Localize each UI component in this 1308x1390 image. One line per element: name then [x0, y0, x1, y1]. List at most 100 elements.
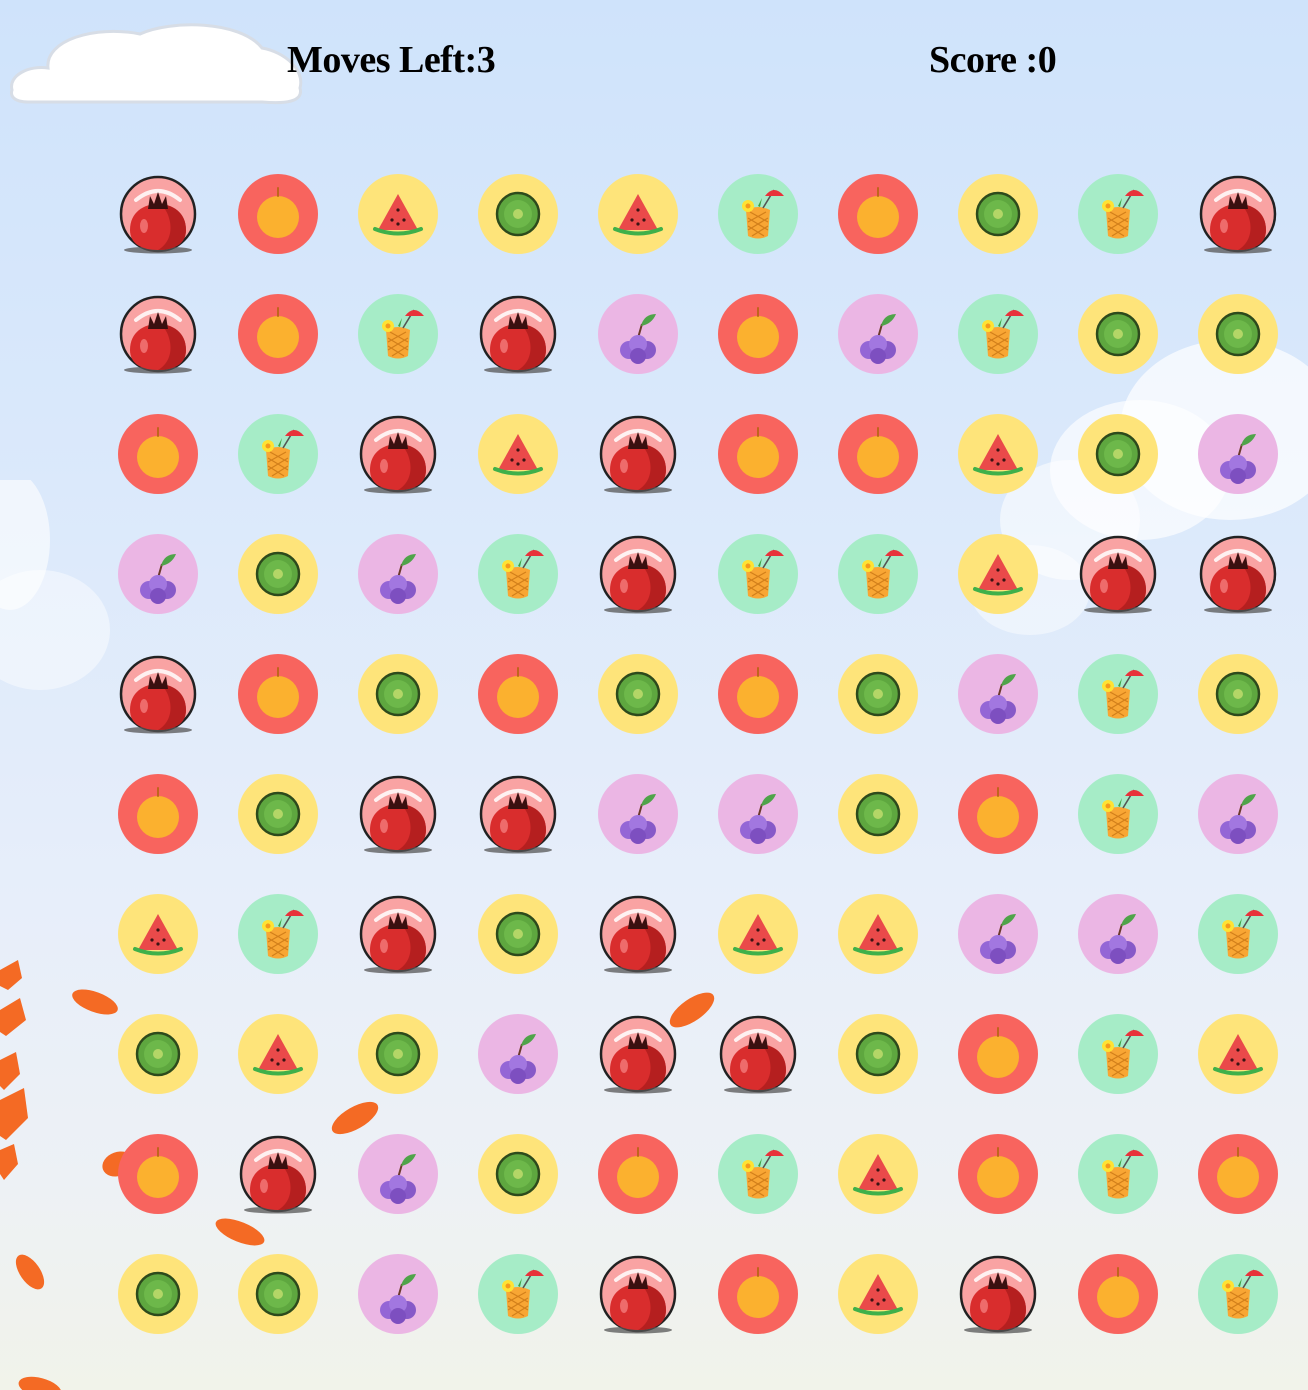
fruit-tile-watermelon[interactable] [698, 874, 818, 994]
fruit-tile-kiwi[interactable] [458, 1114, 578, 1234]
fruit-tile-orange[interactable] [818, 394, 938, 514]
fruit-tile-watermelon[interactable] [938, 394, 1058, 514]
fruit-tile-orange[interactable] [698, 1234, 818, 1354]
fruit-tile-watermelon[interactable] [1178, 994, 1298, 1114]
fruit-tile-orange[interactable] [818, 154, 938, 274]
fruit-tile-orange[interactable] [1178, 1114, 1298, 1234]
fruit-tile-kiwi[interactable] [578, 634, 698, 754]
fruit-tile-pomegranate[interactable] [1178, 514, 1298, 634]
fruit-tile-watermelon[interactable] [458, 394, 578, 514]
fruit-tile-pomegranate[interactable] [338, 394, 458, 514]
fruit-tile-pomegranate[interactable] [1178, 154, 1298, 274]
fruit-tile-grape[interactable] [98, 514, 218, 634]
fruit-tile-kiwi[interactable] [98, 1234, 218, 1354]
fruit-tile-pineapple[interactable] [218, 874, 338, 994]
fruit-tile-watermelon[interactable] [818, 1114, 938, 1234]
fruit-tile-kiwi[interactable] [218, 1234, 338, 1354]
fruit-tile-pomegranate[interactable] [578, 394, 698, 514]
fruit-tile-orange[interactable] [698, 394, 818, 514]
fruit-tile-pomegranate[interactable] [578, 994, 698, 1114]
fruit-tile-pineapple[interactable] [1058, 754, 1178, 874]
fruit-tile-grape[interactable] [338, 514, 458, 634]
fruit-tile-pineapple[interactable] [698, 514, 818, 634]
fruit-tile-pomegranate[interactable] [458, 754, 578, 874]
fruit-tile-grape[interactable] [938, 874, 1058, 994]
fruit-tile-pomegranate[interactable] [1058, 514, 1178, 634]
fruit-tile-kiwi[interactable] [458, 154, 578, 274]
fruit-tile-kiwi[interactable] [818, 994, 938, 1114]
fruit-tile-kiwi[interactable] [218, 754, 338, 874]
fruit-tile-pomegranate[interactable] [698, 994, 818, 1114]
fruit-tile-pineapple[interactable] [698, 1114, 818, 1234]
fruit-tile-watermelon[interactable] [578, 154, 698, 274]
fruit-tile-orange[interactable] [218, 634, 338, 754]
fruit-tile-grape[interactable] [1178, 754, 1298, 874]
fruit-tile-pineapple[interactable] [1058, 1114, 1178, 1234]
fruit-tile-pineapple[interactable] [338, 274, 458, 394]
fruit-tile-grape[interactable] [338, 1234, 458, 1354]
fruit-tile-grape[interactable] [938, 634, 1058, 754]
fruit-tile-kiwi[interactable] [1058, 394, 1178, 514]
fruit-tile-pineapple[interactable] [218, 394, 338, 514]
fruit-tile-orange[interactable] [98, 394, 218, 514]
fruit-tile-pomegranate[interactable] [338, 754, 458, 874]
fruit-tile-pomegranate[interactable] [338, 874, 458, 994]
fruit-tile-kiwi[interactable] [818, 754, 938, 874]
fruit-tile-pineapple[interactable] [818, 514, 938, 634]
fruit-tile-pomegranate[interactable] [98, 154, 218, 274]
fruit-tile-pomegranate[interactable] [578, 874, 698, 994]
fruit-tile-orange[interactable] [938, 1114, 1058, 1234]
fruit-tile-kiwi[interactable] [458, 874, 578, 994]
fruit-tile-kiwi[interactable] [338, 994, 458, 1114]
fruit-tile-pomegranate[interactable] [458, 274, 578, 394]
fruit-tile-pineapple[interactable] [1178, 874, 1298, 994]
fruit-tile-watermelon[interactable] [818, 1234, 938, 1354]
fruit-tile-grape[interactable] [338, 1114, 458, 1234]
fruit-tile-grape[interactable] [818, 274, 938, 394]
fruit-tile-kiwi[interactable] [218, 514, 338, 634]
fruit-tile-pineapple[interactable] [1058, 634, 1178, 754]
fruit-tile-grape[interactable] [578, 754, 698, 874]
fruit-tile-grape[interactable] [1178, 394, 1298, 514]
fruit-tile-orange[interactable] [218, 274, 338, 394]
fruit-tile-pineapple[interactable] [458, 514, 578, 634]
fruit-tile-pomegranate[interactable] [578, 514, 698, 634]
fruit-tile-grape[interactable] [578, 274, 698, 394]
fruit-tile-orange[interactable] [1058, 1234, 1178, 1354]
fruit-tile-orange[interactable] [218, 154, 338, 274]
fruit-tile-orange[interactable] [98, 1114, 218, 1234]
fruit-tile-orange[interactable] [938, 994, 1058, 1114]
fruit-tile-orange[interactable] [578, 1114, 698, 1234]
fruit-tile-watermelon[interactable] [218, 994, 338, 1114]
fruit-tile-watermelon[interactable] [338, 154, 458, 274]
fruit-tile-grape[interactable] [458, 994, 578, 1114]
fruit-tile-kiwi[interactable] [818, 634, 938, 754]
fruit-tile-watermelon[interactable] [818, 874, 938, 994]
fruit-tile-grape[interactable] [1058, 874, 1178, 994]
fruit-tile-pomegranate[interactable] [98, 274, 218, 394]
fruit-tile-pomegranate[interactable] [218, 1114, 338, 1234]
fruit-tile-grape[interactable] [698, 754, 818, 874]
fruit-tile-pomegranate[interactable] [938, 1234, 1058, 1354]
fruit-tile-kiwi[interactable] [98, 994, 218, 1114]
fruit-tile-pineapple[interactable] [1058, 154, 1178, 274]
fruit-tile-pomegranate[interactable] [578, 1234, 698, 1354]
fruit-tile-pineapple[interactable] [458, 1234, 578, 1354]
fruit-tile-orange[interactable] [938, 754, 1058, 874]
fruit-tile-pineapple[interactable] [938, 274, 1058, 394]
fruit-tile-watermelon[interactable] [938, 514, 1058, 634]
fruit-tile-orange[interactable] [698, 274, 818, 394]
fruit-tile-kiwi[interactable] [938, 154, 1058, 274]
fruit-tile-pineapple[interactable] [1058, 994, 1178, 1114]
fruit-tile-kiwi[interactable] [1058, 274, 1178, 394]
fruit-tile-kiwi[interactable] [1178, 634, 1298, 754]
fruit-tile-pomegranate[interactable] [98, 634, 218, 754]
fruit-tile-pineapple[interactable] [1178, 1234, 1298, 1354]
fruit-tile-kiwi[interactable] [1178, 274, 1298, 394]
fruit-tile-pineapple[interactable] [698, 154, 818, 274]
fruit-tile-orange[interactable] [98, 754, 218, 874]
fruit-tile-orange[interactable] [458, 634, 578, 754]
fruit-tile-watermelon[interactable] [98, 874, 218, 994]
fruit-tile-orange[interactable] [698, 634, 818, 754]
fruit-tile-kiwi[interactable] [338, 634, 458, 754]
